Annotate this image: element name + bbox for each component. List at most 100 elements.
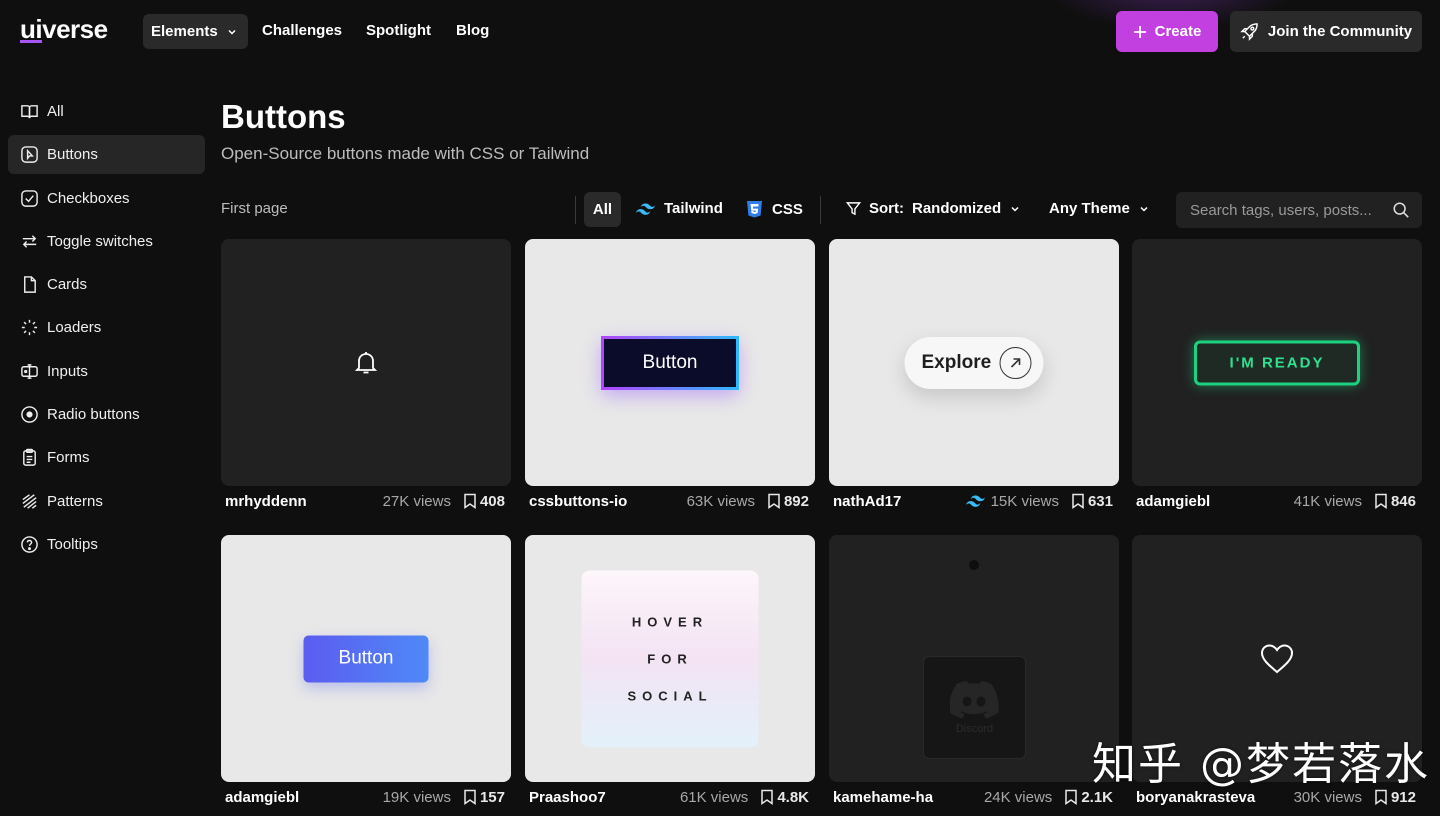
card-saves[interactable]: 892 (767, 493, 809, 510)
card-author[interactable]: Praashoo7 (529, 789, 680, 806)
discord-icon (949, 680, 999, 719)
card-icon (24, 276, 36, 293)
create-button-label: Create (1154, 23, 1202, 40)
card-saves-count: 846 (1390, 492, 1416, 510)
card-preview[interactable]: Discord (829, 535, 1119, 782)
card-saves[interactable]: 4.8K (760, 789, 809, 806)
component-card[interactable]: I'M READY adamgiebl 41K views 846 (1132, 239, 1422, 516)
filter-tailwind-button[interactable]: Tailwind (636, 200, 723, 217)
card-saves[interactable]: 157 (463, 789, 505, 806)
sort-value: Randomized (912, 200, 1002, 217)
discord-label: Discord (955, 722, 994, 735)
search-box (1176, 192, 1422, 228)
sidebar-item-patterns[interactable]: Patterns (8, 482, 205, 521)
card-author[interactable]: adamgiebl (225, 789, 383, 806)
create-button[interactable]: Create (1116, 11, 1218, 52)
nav-link-spotlight[interactable]: Spotlight (366, 22, 431, 39)
card-author[interactable]: adamgiebl (1136, 493, 1294, 510)
top-navigation: uiverse Elements Challenges Spotlight Bl… (0, 0, 1440, 62)
card-views: 24K views (983, 788, 1053, 806)
card-saves-count: 408 (479, 492, 505, 510)
bookmark-icon (464, 493, 476, 509)
theme-dropdown[interactable]: Any Theme (1049, 200, 1150, 217)
card-views: 15K views (965, 493, 1059, 510)
card-saves[interactable]: 631 (1071, 493, 1113, 510)
sidebar-item-label: Forms (47, 449, 90, 467)
component-card[interactable]: mrhyddenn 27K views 408 (221, 239, 511, 516)
chevron-down-icon (228, 29, 236, 35)
sidebar-item-label: All (47, 103, 64, 120)
explore-button[interactable]: Explore (904, 336, 1044, 389)
pattern-icon (22, 493, 37, 509)
heart-icon[interactable] (1260, 643, 1294, 674)
card-preview[interactable]: HOVER FOR SOCIAL (525, 535, 815, 782)
logo[interactable]: uiverse (20, 14, 108, 45)
card-views: 63K views (686, 492, 755, 510)
bell-icon[interactable] (354, 350, 378, 376)
card-author[interactable]: kamehame-ha (833, 789, 984, 806)
join-community-button[interactable]: Join the Community (1230, 11, 1422, 52)
card-author[interactable]: mrhyddenn (225, 493, 383, 510)
hover-social-card[interactable]: HOVER FOR SOCIAL (581, 570, 759, 747)
checkbox-icon (21, 189, 38, 207)
bookmark-icon (1065, 789, 1078, 805)
sidebar-item-inputs[interactable]: Inputs (8, 352, 205, 391)
component-card[interactable]: Button cssbuttons-io 63K views 892 (525, 239, 815, 516)
neon-ready-button[interactable]: I'M READY (1194, 340, 1360, 385)
sidebar-item-label: Buttons (47, 146, 98, 164)
card-saves[interactable]: 846 (1374, 493, 1416, 510)
sidebar-item-cards[interactable]: Cards (8, 265, 205, 304)
blue-gradient-button[interactable]: Button (303, 635, 429, 682)
discord-button[interactable]: Discord (923, 656, 1026, 759)
card-preview[interactable]: Button (221, 535, 511, 782)
card-meta: nathAd17 15K views 631 (829, 486, 1119, 516)
sidebar-item-label: Radio buttons (47, 406, 140, 424)
filter-css-button[interactable]: CSS (746, 200, 803, 218)
card-saves-count: 157 (479, 788, 505, 806)
search-icon[interactable] (1392, 201, 1410, 219)
sidebar-item-loaders[interactable]: Loaders (8, 308, 205, 347)
card-preview[interactable] (221, 239, 511, 486)
nav-link-challenges[interactable]: Challenges (262, 22, 342, 39)
card-meta: kamehame-ha 24K views 2.1K (829, 782, 1119, 812)
sidebar-item-tooltips[interactable]: Tooltips (8, 525, 205, 564)
search-input[interactable] (1190, 201, 1392, 219)
card-saves-count: 892 (783, 492, 809, 510)
card-meta: cssbuttons-io 63K views 892 (525, 486, 815, 516)
filter-divider (575, 196, 576, 224)
sidebar-item-checkboxes[interactable]: Checkboxes (8, 179, 205, 218)
sidebar-item-radio-buttons[interactable]: Radio buttons (8, 395, 205, 434)
component-card[interactable]: HOVER FOR SOCIAL Praashoo7 61K views 4.8… (525, 535, 815, 812)
card-preview[interactable]: Explore (829, 239, 1119, 486)
sidebar-item-toggle-switches[interactable]: Toggle switches (8, 222, 205, 261)
arrow-up-right-icon (999, 346, 1032, 379)
sidebar-item-all[interactable]: All (8, 92, 205, 131)
card-author[interactable]: cssbuttons-io (529, 493, 687, 510)
card-saves-count: 631 (1087, 492, 1113, 510)
sidebar-item-buttons[interactable]: Buttons (8, 135, 205, 175)
card-meta: adamgiebl 41K views 846 (1132, 486, 1422, 516)
sidebar-item-forms[interactable]: Forms (8, 438, 205, 477)
filter-css-label: CSS (772, 200, 803, 218)
join-community-label: Join the Community (1267, 23, 1413, 40)
component-card[interactable]: Explore nathAd17 15K views 631 (829, 239, 1119, 516)
bookmark-icon (1072, 493, 1084, 509)
sidebar-item-label: Tooltips (47, 535, 98, 553)
filter-all-button[interactable]: All (584, 192, 621, 227)
sidebar-item-label: Loaders (47, 319, 102, 337)
card-preview[interactable]: I'M READY (1132, 239, 1422, 486)
card-meta: mrhyddenn 27K views 408 (221, 486, 511, 516)
card-saves[interactable]: 408 (463, 493, 505, 510)
card-author[interactable]: nathAd17 (833, 493, 966, 510)
pager-first-page[interactable]: First page (221, 200, 288, 217)
sort-dropdown[interactable]: Sort: Randomized (846, 200, 1021, 217)
nav-link-blog[interactable]: Blog (456, 22, 489, 39)
sidebar-item-label: Toggle switches (47, 232, 153, 250)
card-views: 61K views (679, 788, 749, 806)
gradient-border-button[interactable]: Button (601, 335, 739, 390)
component-card[interactable]: Button adamgiebl 19K views 157 (221, 535, 511, 812)
elements-dropdown[interactable]: Elements (143, 14, 248, 49)
component-card[interactable]: Discord kamehame-ha 24K views 2.1K (829, 535, 1119, 812)
bookmark-icon (464, 789, 476, 805)
card-preview[interactable]: Button (525, 239, 815, 486)
